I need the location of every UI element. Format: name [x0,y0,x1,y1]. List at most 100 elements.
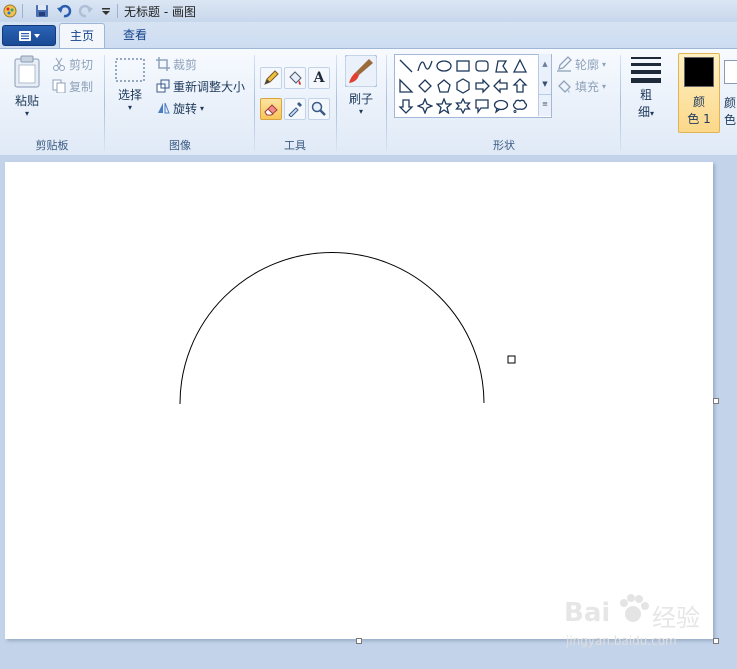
paste-button[interactable]: 粘贴 ▾ [8,55,46,133]
ribbon: 粘贴 ▾ 剪切 复制 剪贴板 选择 ▾ 裁剪 重新调整大小 旋转 ▾ 图像 A [0,48,737,157]
curve-control-handle[interactable] [507,355,516,364]
magnifier-tool-button[interactable] [308,98,330,120]
shape-left-arrow[interactable] [491,76,510,95]
fill-button[interactable]: 填充 ▾ [556,76,606,96]
window-title: 无标题 - 画图 [124,5,196,19]
customize-quick-access-icon[interactable] [98,3,114,19]
shape-right-triangle[interactable] [396,76,415,95]
shape-four-point-star[interactable] [415,96,434,115]
shape-down-arrow[interactable] [396,96,415,115]
shape-rectangular-callout[interactable] [472,96,491,115]
watermark-brand-suffix: 经验 [652,604,700,632]
shape-diamond[interactable] [415,76,434,95]
cut-button[interactable]: 剪切 [52,54,93,74]
shape-up-arrow[interactable] [510,76,529,95]
tab-view[interactable]: 查看 [113,23,157,47]
resize-button[interactable]: 重新调整大小 [156,76,245,96]
group-separator [386,55,387,151]
canvas-resize-handle-bottom[interactable] [356,638,362,644]
fill-bucket-icon [558,80,571,93]
image-group-label: 图像 [169,139,191,152]
oval-callout-shape-icon [493,99,508,114]
fill-tool-button[interactable] [284,67,306,89]
rotate-dropdown-icon[interactable]: ▾ [200,104,204,113]
shape-right-arrow[interactable] [472,76,491,95]
redo-icon[interactable] [78,3,94,19]
drawing-canvas[interactable] [5,162,713,639]
fill-dropdown-icon[interactable]: ▾ [602,82,606,91]
title-bar: 无标题 - 画图 [0,0,737,23]
select-button[interactable]: 选择 ▾ [110,57,150,133]
shape-curve[interactable] [415,56,434,75]
eraser-tool-button[interactable] [260,98,282,120]
cut-label: 剪切 [69,57,94,72]
shape-rounded-rectangle[interactable] [472,56,491,75]
tab-home[interactable]: 主页 [59,23,106,48]
outline-dropdown-icon[interactable]: ▾ [602,60,606,69]
paint-app-icon[interactable] [2,3,18,19]
cloud-callout-shape-icon [512,99,527,113]
paw-logo-icon [620,594,649,622]
five-point-star-shape-icon [435,97,452,114]
text-tool-icon: A [313,70,325,86]
line-shape-icon [399,59,412,72]
text-tool-button[interactable]: A [308,67,330,89]
shape-rectangle[interactable] [453,56,472,75]
paste-dropdown-icon[interactable]: ▾ [8,109,46,118]
size-label-text: 细 [637,105,650,119]
shape-cloud-callout[interactable] [510,96,529,115]
watermark-url: jingyan.baidu.com [566,634,677,648]
resize-label: 重新调整大小 [173,79,246,94]
drawing-layer [179,252,516,405]
tools-group-label: 工具 [284,139,306,152]
group-separator [620,55,621,151]
brushes-dropdown-icon[interactable]: ▾ [342,107,380,116]
group-separator [254,55,255,151]
pentagon-shape-icon [436,78,451,93]
shapes-gallery-scrollbar[interactable]: ▲ ▼ ≡ [538,54,551,116]
gallery-scroll-up-icon[interactable]: ▲ [539,54,551,74]
pencil-tool-button[interactable] [260,67,282,89]
color-2-button[interactable]: 颜 色 [724,55,737,133]
triangle-shape-icon [512,58,527,73]
undo-icon[interactable] [56,3,72,19]
canvas-resize-handle-right[interactable] [713,398,719,404]
size-button[interactable]: 粗 细▾ [626,55,666,135]
gallery-expand-icon[interactable]: ≡ [539,94,551,113]
shape-pentagon[interactable] [434,76,453,95]
up-arrow-shape-icon [511,77,528,93]
shape-hexagon[interactable] [453,76,472,95]
shape-triangle[interactable] [510,56,529,75]
drawn-arc [179,252,485,405]
line-width-icon [631,57,661,83]
select-dropdown-icon[interactable]: ▾ [110,103,150,112]
four-point-star-shape-icon [416,97,433,114]
shape-five-point-star[interactable] [434,96,453,115]
shape-oval[interactable] [434,56,453,75]
gallery-scroll-down-icon[interactable]: ▼ [539,74,551,94]
copy-button[interactable]: 复制 [52,76,93,96]
crop-button[interactable]: 裁剪 [156,54,197,74]
outline-icon [557,56,572,72]
shape-oval-callout[interactable] [491,96,510,115]
crop-label: 裁剪 [173,57,198,72]
eyedropper-icon [288,102,302,117]
right-triangle-shape-icon [398,77,414,93]
rotate-button[interactable]: 旋转 ▾ [156,98,204,118]
select-rectangle-icon [115,58,145,82]
color-picker-tool-button[interactable] [284,98,306,120]
save-icon[interactable] [34,3,50,19]
brushes-button[interactable]: 刷子 ▾ [342,54,380,133]
color-1-button[interactable]: 颜 色 1 [678,53,720,133]
shape-six-point-star[interactable] [453,96,472,115]
baidu-watermark: Bai 经验 jingyan.baidu.com [560,590,730,652]
clipboard-icon [14,55,40,88]
shape-line[interactable] [396,56,415,75]
color-1-swatch [684,57,714,87]
right-arrow-shape-icon [474,77,490,94]
outline-button[interactable]: 轮廓 ▾ [556,54,606,74]
shape-polygon[interactable] [491,56,510,75]
application-menu-button[interactable] [2,25,56,46]
copy-label: 复制 [69,79,94,94]
curve-shape-icon [416,60,433,71]
